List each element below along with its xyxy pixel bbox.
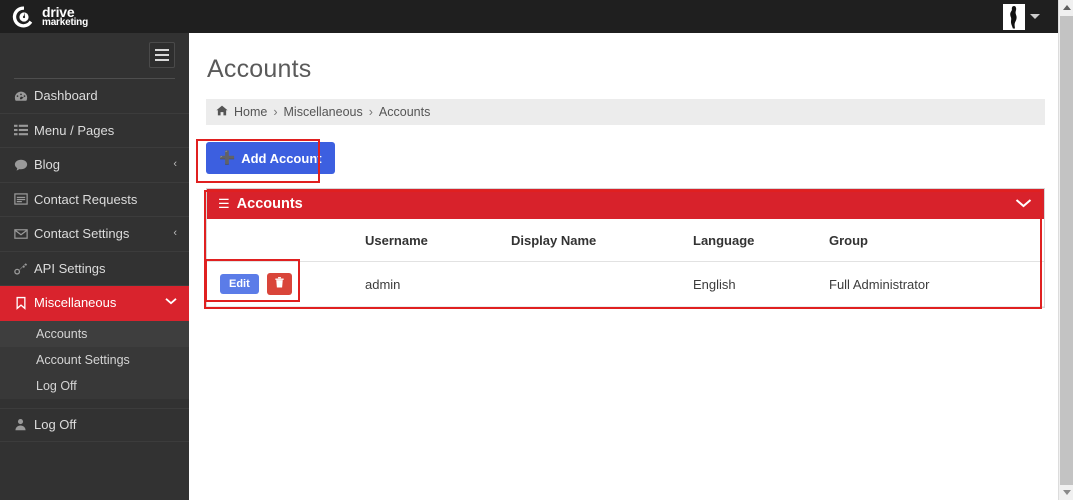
bars-icon: ☰ [218, 196, 230, 211]
edit-button[interactable]: Edit [220, 274, 259, 294]
sidebar-subitem-label: Accounts [36, 326, 88, 341]
sidebar-item-api-settings[interactable]: API Settings [0, 252, 189, 286]
chevron-left-icon[interactable]: ‹ [173, 159, 177, 170]
col-header-display-name: Display Name [505, 219, 687, 262]
accounts-table: Username Display Name Language Group Edi… [207, 219, 1044, 307]
hamburger-menu-icon[interactable] [149, 42, 175, 68]
form-window-icon [14, 192, 34, 206]
sidebar-subitem-label: Log Off [36, 378, 77, 393]
add-account-area: ➕ Add Account [189, 125, 1058, 174]
sidebar-item-label: Log Off [34, 417, 77, 433]
sidebar-subitem-label: Account Settings [36, 352, 130, 367]
sidebar-subitem-account-settings[interactable]: Account Settings [0, 347, 189, 373]
sidebar: Dashboard Menu / Pages Blog ‹ Contact Re… [0, 33, 189, 500]
sidebar-item-menu-pages[interactable]: Menu / Pages [0, 114, 189, 148]
col-header-actions [207, 219, 359, 262]
cell-language: English [687, 261, 823, 307]
list-icon [14, 123, 34, 137]
key-link-icon [14, 261, 34, 275]
dashboard-gauge-icon [14, 89, 34, 103]
sidebar-item-label: Blog [34, 157, 61, 173]
home-icon [216, 105, 228, 119]
cell-username: admin [359, 261, 505, 307]
user-menu[interactable] [1003, 3, 1058, 30]
sidebar-item-label: Contact Requests [34, 191, 138, 207]
app-root: drive marketing Dashboard Menu / Pages B… [0, 0, 1073, 500]
user-icon [14, 418, 34, 431]
table-row: Edit admin English Full Administrator [207, 261, 1044, 307]
accounts-panel: ☰ Accounts Username Display Name Languag… [206, 188, 1045, 308]
brand-wordmark: drive marketing [42, 5, 88, 28]
chevron-down-icon[interactable] [1030, 14, 1040, 19]
sidebar-item-miscellaneous[interactable]: Miscellaneous [0, 286, 189, 321]
cell-display-name [505, 261, 687, 307]
main-content: Accounts Home › Miscellaneous › Accounts… [189, 33, 1058, 500]
sidebar-item-label: Dashboard [34, 88, 98, 104]
delete-button[interactable] [267, 273, 293, 295]
envelope-icon [14, 227, 34, 241]
scroll-up-arrow-icon[interactable] [1059, 0, 1073, 15]
table-header-row: Username Display Name Language Group [207, 219, 1044, 262]
add-account-label: Add Account [241, 150, 322, 166]
sidebar-item-dashboard[interactable]: Dashboard [0, 79, 189, 114]
top-bar: drive marketing [0, 0, 1058, 33]
accounts-panel-header[interactable]: ☰ Accounts [207, 189, 1044, 219]
sidebar-item-log-off[interactable]: Log Off [0, 407, 189, 442]
accounts-panel-title: Accounts [236, 196, 303, 212]
sidebar-toggle-area [0, 33, 189, 78]
col-header-group: Group [823, 219, 1044, 262]
accounts-table-head: Username Display Name Language Group [207, 219, 1044, 262]
sidebar-item-blog[interactable]: Blog ‹ [0, 148, 189, 183]
sidebar-submenu-miscellaneous: Accounts Account Settings Log Off [0, 320, 189, 399]
brand-line-2: marketing [42, 17, 88, 28]
trash-icon [275, 277, 285, 291]
scrollbar-thumb[interactable] [1060, 16, 1073, 486]
page-title: Accounts [207, 55, 312, 83]
col-header-language: Language [687, 219, 823, 262]
cell-group: Full Administrator [823, 261, 1044, 307]
brand-logo[interactable]: drive marketing [0, 5, 88, 29]
sidebar-subitem-accounts[interactable]: Accounts [0, 320, 189, 347]
breadcrumb-item-accounts: Accounts [378, 105, 431, 119]
sidebar-item-label: Miscellaneous [34, 295, 117, 311]
sidebar-subitem-log-off[interactable]: Log Off [0, 373, 189, 399]
sidebar-item-contact-requests[interactable]: Contact Requests [0, 183, 189, 217]
avatar[interactable] [1003, 3, 1025, 30]
plus-icon: ➕ [219, 150, 236, 165]
breadcrumb: Home › Miscellaneous › Accounts [206, 99, 1045, 125]
row-actions-cell: Edit [207, 261, 359, 307]
sidebar-item-label: Menu / Pages [34, 122, 115, 138]
chevron-left-icon[interactable]: ‹ [173, 228, 177, 239]
breadcrumb-separator: › [368, 105, 373, 119]
accounts-table-body: Edit admin English Full Administrator [207, 261, 1044, 307]
sidebar-item-label: API Settings [34, 260, 106, 276]
comment-icon [14, 158, 34, 172]
page-scrollbar[interactable] [1058, 0, 1073, 500]
chevron-down-icon[interactable] [1015, 196, 1032, 212]
breadcrumb-separator: › [273, 105, 278, 119]
add-account-button[interactable]: ➕ Add Account [206, 142, 335, 174]
sidebar-item-contact-settings[interactable]: Contact Settings ‹ [0, 217, 189, 252]
breadcrumb-item-miscellaneous[interactable]: Miscellaneous [284, 105, 363, 119]
drive-circle-logo-icon [12, 5, 36, 29]
scroll-down-arrow-icon[interactable] [1059, 485, 1073, 500]
sidebar-item-label: Contact Settings [34, 226, 130, 242]
col-header-username: Username [359, 219, 505, 262]
bookmark-icon [14, 296, 34, 310]
chevron-down-icon[interactable] [165, 297, 177, 308]
breadcrumb-item-home[interactable]: Home [234, 105, 267, 119]
